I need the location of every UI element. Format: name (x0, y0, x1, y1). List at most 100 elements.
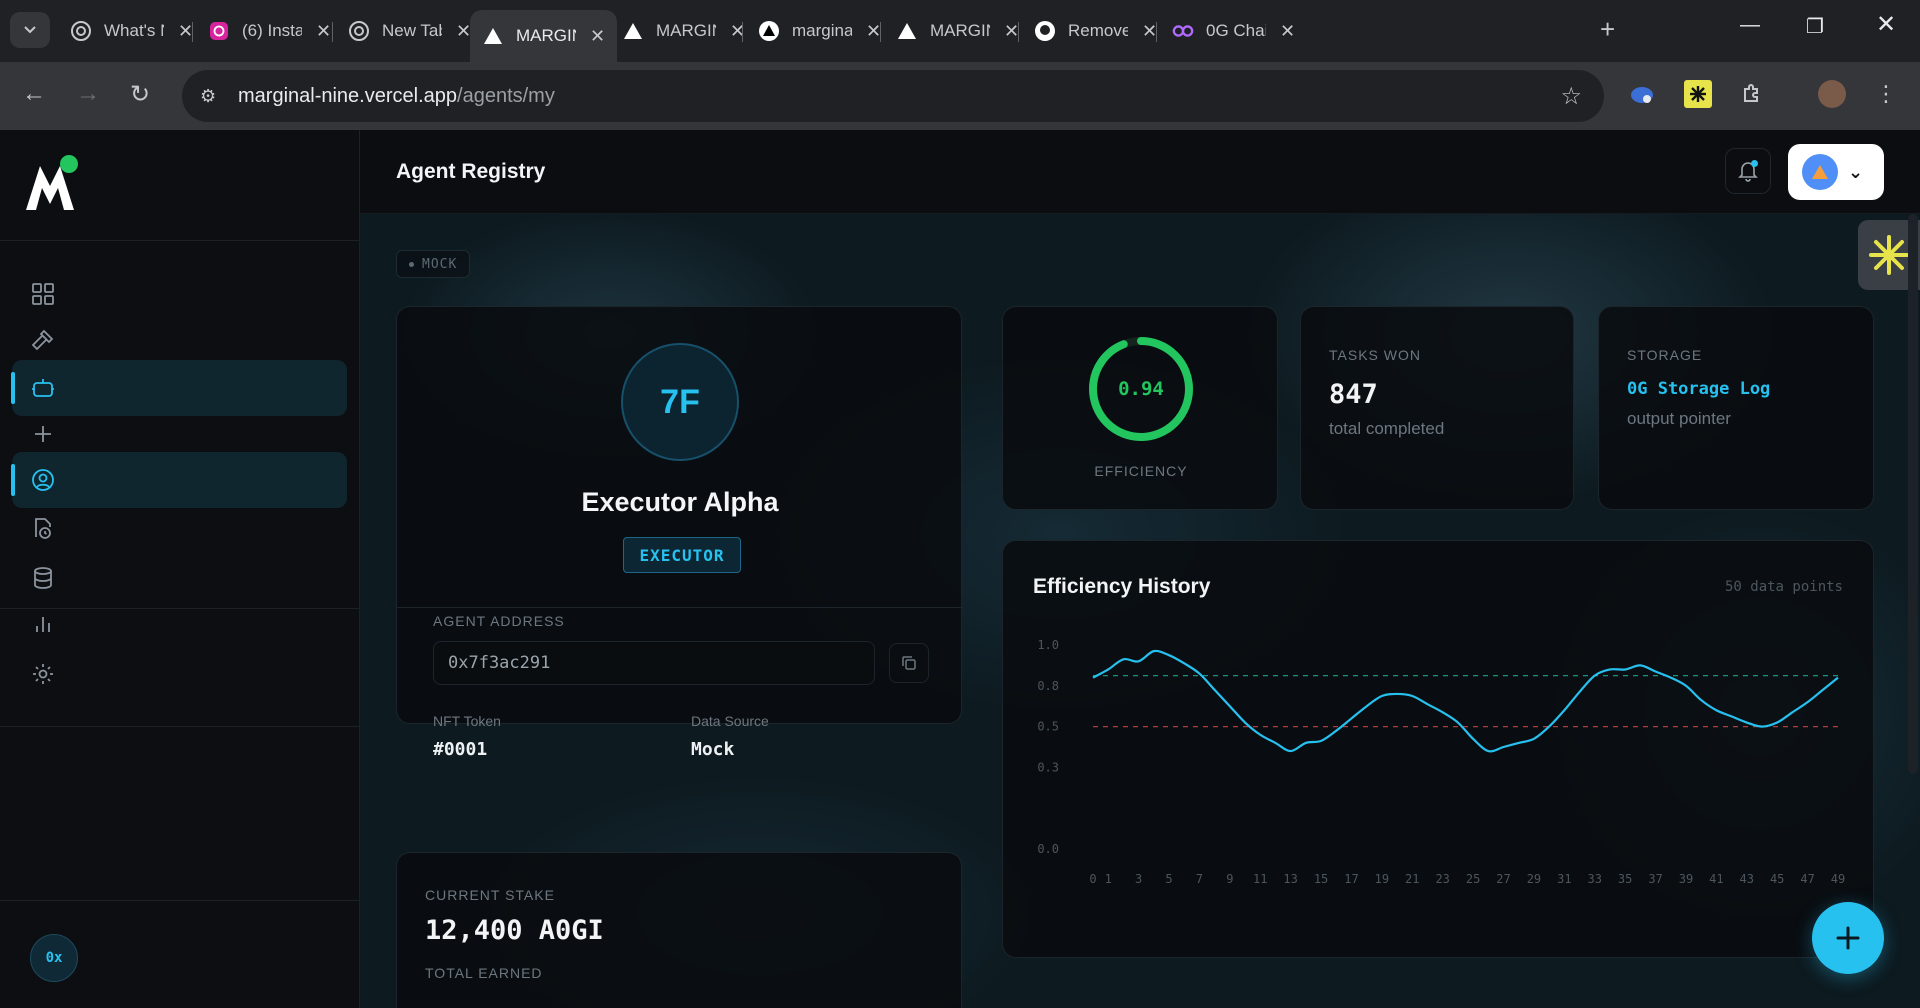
tab-separator (742, 22, 743, 42)
main-content: Agent Registry ⌄ MOCK 7F Executor Alpha … (360, 130, 1920, 1008)
reload-icon[interactable]: ↻ (130, 80, 150, 109)
extension-sparkle-icon[interactable] (1684, 80, 1712, 108)
close-tab-icon[interactable]: ✕ (1280, 21, 1295, 42)
x-tick-label: 25 (1466, 872, 1480, 886)
browser-tab[interactable]: MARGIN✕ (884, 10, 1031, 52)
browser-menu-icon[interactable]: ⋮ (1872, 80, 1900, 108)
tab-title: New Tab (382, 21, 442, 40)
storage-label: STORAGE (1627, 347, 1703, 363)
scrollbar[interactable] (1908, 214, 1918, 774)
extensions-puzzle-icon[interactable] (1738, 80, 1766, 108)
new-tab-button[interactable]: + (1600, 14, 1615, 45)
tasks-won-label: TASKS WON (1329, 347, 1421, 363)
grid-icon (30, 281, 56, 307)
chevron-down-icon (24, 26, 36, 34)
minimize-icon[interactable]: — (1740, 14, 1760, 37)
x-tick-label: 3 (1135, 872, 1142, 886)
back-arrow-icon[interactable]: ← (22, 80, 46, 108)
notifications-button[interactable] (1725, 148, 1771, 194)
agent-address-field[interactable]: 0x7f3ac291 (433, 641, 875, 685)
x-tick-label: 33 (1588, 872, 1602, 886)
tasks-won-card: TASKS WON 847 total completed (1300, 306, 1574, 510)
tab-separator (880, 22, 881, 42)
sidebar-divider (0, 608, 360, 609)
url-text: marginal-nine.vercel.app/agents/my (238, 85, 555, 108)
browser-tab-bar: What's N✕(6) Insta✕New Tab✕MARGIN✕MARGIN… (0, 0, 1920, 62)
profile-avatar[interactable] (1818, 80, 1846, 108)
wallet-button[interactable]: 0x (30, 934, 78, 982)
efficiency-series-line (1092, 649, 1839, 753)
x-tick-label: 45 (1770, 872, 1784, 886)
status-dot (60, 155, 78, 173)
close-tab-icon[interactable]: ✕ (866, 21, 881, 42)
efficiency-ring: 0.94 (1087, 335, 1195, 443)
sidebar-item-analytics[interactable] (12, 596, 347, 652)
agent-profile-card: 7F Executor Alpha EXECUTOR AGENT ADDRESS… (396, 306, 963, 760)
y-tick-label: 0.0 (1037, 842, 1059, 856)
bookmark-star-icon[interactable]: ☆ (1560, 82, 1582, 111)
address-bar[interactable]: ⚙ marginal-nine.vercel.app/agents/my ☆ (182, 70, 1604, 122)
extension-cloud-icon[interactable] (1628, 80, 1656, 108)
storage-link[interactable]: 0G Storage Log (1627, 379, 1770, 399)
file-clock-icon (30, 515, 56, 541)
plus-icon (1836, 926, 1860, 950)
tab-title: (6) Insta (242, 21, 302, 40)
close-tab-icon[interactable]: ✕ (316, 21, 331, 42)
chrome-icon (348, 20, 370, 42)
efficiency-label: EFFICIENCY (1094, 463, 1188, 479)
close-tab-icon[interactable]: ✕ (1142, 21, 1157, 42)
storage-card: STORAGE 0G Storage Log output pointer (1598, 306, 1874, 510)
app: 0x Agent Registry ⌄ MOCK 7F Executor Alp… (0, 130, 1920, 1008)
browser-tab[interactable]: margina ✕ (746, 10, 893, 52)
total-earned-label: TOTAL EARNED (425, 965, 543, 981)
x-tick-label: 15 (1314, 872, 1328, 886)
sidebar-item-history[interactable] (12, 500, 347, 556)
x-tick-label: 19 (1375, 872, 1389, 886)
close-window-icon[interactable]: ✕ (1876, 10, 1896, 39)
forward-arrow-icon[interactable]: → (76, 80, 100, 108)
agent-address-label: AGENT ADDRESS (433, 613, 565, 629)
role-badge: EXECUTOR (623, 537, 741, 573)
tab-separator (1156, 22, 1157, 42)
restore-icon[interactable]: ❐ (1806, 14, 1824, 39)
x-tick-label: 43 (1740, 872, 1754, 886)
tab-separator (192, 22, 193, 42)
browser-tab[interactable]: MARGIN✕ (610, 10, 757, 52)
triangle-icon (896, 20, 918, 42)
efficiency-history-card: Efficiency History 50 data points 1.0 0.8… (1002, 540, 1874, 958)
current-stake-value: 12,400 A0GI (425, 915, 604, 946)
add-fab-button[interactable] (1812, 902, 1884, 974)
agent-name: Executor Alpha (581, 487, 779, 517)
tab-search-button[interactable] (10, 12, 50, 48)
copy-address-button[interactable] (889, 643, 929, 683)
close-tab-icon[interactable]: ✕ (456, 21, 471, 42)
hammer-icon (30, 327, 56, 353)
y-tick-label: 0.8 (1037, 679, 1059, 693)
browser-tab[interactable]: (6) Insta ✕ (196, 10, 343, 52)
card-divider (397, 607, 963, 608)
tasks-won-value: 847 (1329, 379, 1378, 410)
browser-tab[interactable]: MARGIN✕ (470, 10, 618, 62)
close-tab-icon[interactable]: ✕ (1004, 21, 1019, 42)
x-tick-label: 31 (1557, 872, 1571, 886)
url-path: /agents/my (457, 84, 555, 107)
site-settings-icon[interactable]: ⚙ (200, 86, 224, 107)
x-tick-label: 37 (1648, 872, 1662, 886)
browser-tab[interactable]: 0G Chai ✕ (1160, 10, 1307, 52)
stake-card: CURRENT STAKE 12,400 A0GI TOTAL EARNED (396, 852, 962, 1008)
browser-tab[interactable]: What's N ✕ (58, 10, 205, 52)
triangle-icon (482, 25, 504, 47)
browser-tab[interactable]: New Tab ✕ (336, 10, 483, 52)
account-button[interactable]: ⌄ (1788, 144, 1884, 200)
efficiency-card: 0.94 EFFICIENCY (1002, 306, 1278, 510)
url-host: marginal-nine.vercel.app (238, 84, 458, 107)
triangle-icon (622, 20, 644, 42)
close-tab-icon[interactable]: ✕ (590, 26, 605, 47)
chart-title: Efficiency History (1033, 575, 1211, 598)
agent-address-value: 0x7f3ac291 (448, 653, 551, 673)
x-tick-label: 49 (1831, 872, 1845, 886)
sidebar-item-settings[interactable] (12, 646, 347, 702)
browser-tab[interactable]: Remove ✕ (1022, 10, 1169, 52)
close-tab-icon[interactable]: ✕ (178, 21, 193, 42)
sidebar-divider (0, 240, 360, 241)
